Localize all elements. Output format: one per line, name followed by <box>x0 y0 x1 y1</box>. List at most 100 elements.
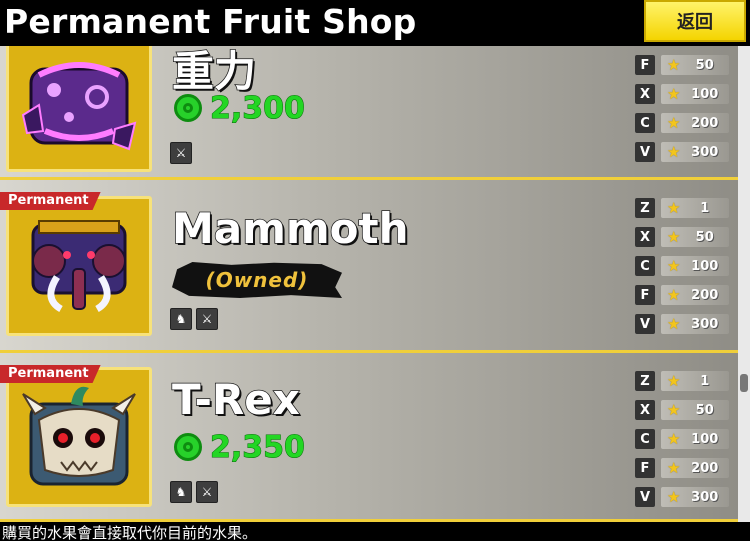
move-row: Z ★ 1 <box>635 370 735 392</box>
move-row: V ★ 300 <box>635 486 735 508</box>
scrollbar-thumb[interactable] <box>740 374 748 392</box>
footer-note: 購買的水果會直接取代你目前的水果。 <box>0 522 750 541</box>
star-icon: ★ <box>667 430 681 448</box>
mastery-level: 100 <box>691 431 719 447</box>
move-row: V ★ 300 <box>635 141 735 163</box>
mastery-level: 1 <box>700 200 710 216</box>
star-icon: ★ <box>667 85 681 103</box>
star-icon: ★ <box>667 488 681 506</box>
move-row: X ★ 50 <box>635 399 735 421</box>
star-icon: ★ <box>667 114 681 132</box>
mastery-level: 200 <box>691 115 719 131</box>
move-list: Z ★ 1 X ★ 50 C ★ 100 F ★ 200 V ★ 300 <box>635 370 735 515</box>
move-key: X <box>635 227 655 247</box>
fruit-row-mammoth[interactable]: Permanent Mammoth (Owned) ♞ ⚔ Z ★ 1 X ★ 50 C… <box>0 180 738 353</box>
melee-icon: ⚔ <box>196 481 218 503</box>
move-key: V <box>635 487 655 507</box>
move-key: F <box>635 285 655 305</box>
mastery-bar: ★ 200 <box>661 285 729 305</box>
fruit-row-gravity[interactable]: 重力 2,300 ⚔ F ★ 50 X ★ 100 C ★ 200 V ★ 300 <box>0 46 738 180</box>
mastery-level: 200 <box>691 460 719 476</box>
move-row: F ★ 200 <box>635 284 735 306</box>
top-bar: Permanent Fruit Shop 返回 <box>0 0 750 46</box>
fruit-name: T-Rex <box>171 374 300 425</box>
beast-icon: ♞ <box>170 481 192 503</box>
fruit-price[interactable]: 2,300 <box>174 90 305 126</box>
move-row: C ★ 100 <box>635 428 735 450</box>
permanent-badge: Permanent <box>0 192 101 210</box>
mastery-bar: ★ 200 <box>661 458 729 478</box>
move-key: X <box>635 400 655 420</box>
fruit-price[interactable]: 2,350 <box>174 429 305 465</box>
mastery-level: 100 <box>691 86 719 102</box>
fruit-type-icons: ♞ ⚔ <box>170 308 218 330</box>
owned-text: (Owned) <box>205 268 309 292</box>
price-amount: 2,350 <box>210 429 306 465</box>
fruit-thumbnail-gravity <box>6 46 152 172</box>
star-icon: ★ <box>667 315 681 333</box>
mastery-level: 50 <box>695 229 714 245</box>
move-key: F <box>635 458 655 478</box>
gravity-fruit-icon <box>21 62 137 151</box>
mastery-bar: ★ 50 <box>661 227 729 247</box>
move-row: X ★ 50 <box>635 226 735 248</box>
move-key: Z <box>635 371 655 391</box>
move-list: F ★ 50 X ★ 100 C ★ 200 V ★ 300 <box>635 54 735 170</box>
back-button[interactable]: 返回 <box>644 0 746 42</box>
move-row: F ★ 200 <box>635 457 735 479</box>
fruit-type-icons: ♞ ⚔ <box>170 481 218 503</box>
mastery-bar: ★ 50 <box>661 55 729 75</box>
move-key: X <box>635 84 655 104</box>
mastery-level: 300 <box>691 489 719 505</box>
move-row: V ★ 300 <box>635 313 735 335</box>
robux-icon <box>174 94 202 122</box>
robux-icon <box>174 433 202 461</box>
fruit-thumbnail-mammoth <box>6 196 152 336</box>
mastery-bar: ★ 300 <box>661 142 729 162</box>
mastery-level: 1 <box>700 373 710 389</box>
move-key: C <box>635 429 655 449</box>
mastery-bar: ★ 300 <box>661 314 729 334</box>
beast-icon: ♞ <box>170 308 192 330</box>
fruit-row-trex[interactable]: Permanent T-Rex 2,350 ♞ ⚔ Z ★ 1 X ★ 50 C ★ 100… <box>0 353 738 522</box>
mastery-bar: ★ 100 <box>661 84 729 104</box>
mastery-level: 50 <box>695 57 714 73</box>
fruit-list[interactable]: 重力 2,300 ⚔ F ★ 50 X ★ 100 C ★ 200 V ★ 300 <box>0 46 750 522</box>
move-key: V <box>635 314 655 334</box>
move-key: C <box>635 256 655 276</box>
mastery-level: 50 <box>695 402 714 418</box>
move-row: Z ★ 1 <box>635 197 735 219</box>
trex-fruit-icon <box>22 386 136 486</box>
mastery-level: 300 <box>691 316 719 332</box>
star-icon: ★ <box>667 459 681 477</box>
star-icon: ★ <box>667 143 681 161</box>
mastery-level: 200 <box>691 287 719 303</box>
scrollbar[interactable] <box>738 46 750 522</box>
move-row: C ★ 100 <box>635 255 735 277</box>
mastery-bar: ★ 50 <box>661 400 729 420</box>
price-amount: 2,300 <box>210 90 306 126</box>
page-title: Permanent Fruit Shop <box>4 2 417 41</box>
footer-text: 購買的水果會直接取代你目前的水果。 <box>2 524 258 541</box>
star-icon: ★ <box>667 286 681 304</box>
mastery-level: 100 <box>691 258 719 274</box>
permanent-badge: Permanent <box>0 365 101 383</box>
fruit-type-icons: ⚔ <box>170 142 192 164</box>
star-icon: ★ <box>667 199 681 217</box>
move-key: F <box>635 55 655 75</box>
move-key: C <box>635 113 655 133</box>
mastery-level: 300 <box>691 144 719 160</box>
fruit-thumbnail-trex <box>6 367 152 507</box>
melee-icon: ⚔ <box>170 142 192 164</box>
star-icon: ★ <box>667 56 681 74</box>
move-row: X ★ 100 <box>635 83 735 105</box>
move-key: Z <box>635 198 655 218</box>
fruit-name: Mammoth <box>171 203 409 254</box>
mastery-bar: ★ 100 <box>661 429 729 449</box>
mastery-bar: ★ 200 <box>661 113 729 133</box>
mastery-bar: ★ 300 <box>661 487 729 507</box>
move-row: F ★ 50 <box>635 54 735 76</box>
star-icon: ★ <box>667 372 681 390</box>
move-list: Z ★ 1 X ★ 50 C ★ 100 F ★ 200 V ★ 300 <box>635 197 735 342</box>
mammoth-fruit-icon <box>31 220 127 313</box>
